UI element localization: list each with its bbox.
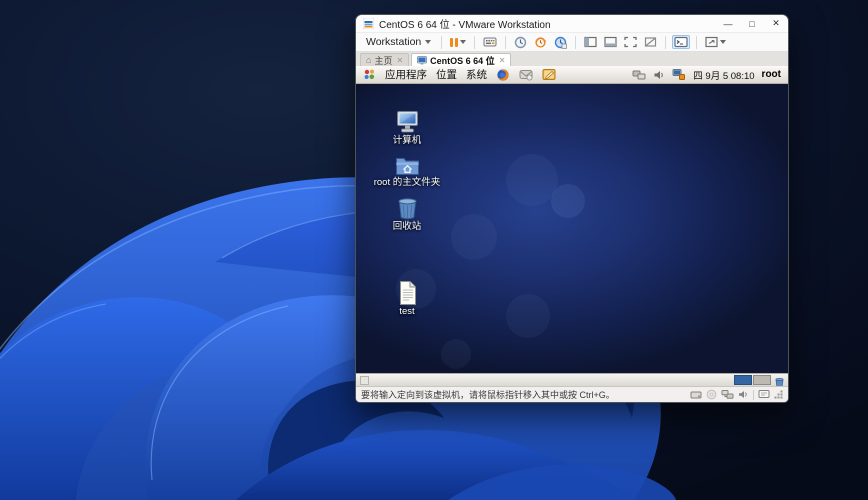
tab-close-icon[interactable]: ✕: [396, 56, 403, 65]
bokeh-glow: [506, 294, 550, 338]
ctrl-alt-del-button[interactable]: [481, 35, 499, 49]
resize-grip[interactable]: [774, 390, 783, 399]
vm-console[interactable]: 应用程序 位置 系统 四 9月 5: [356, 66, 788, 386]
window-title: CentOS 6 64 位 - VMware Workstation: [379, 16, 551, 31]
workspace-switcher: [734, 375, 771, 385]
panel-user[interactable]: root: [762, 69, 781, 80]
show-library-icon: [584, 36, 597, 48]
desktop-icon-label: 计算机: [368, 136, 446, 147]
guest-bottom-panel: [356, 373, 788, 386]
tab-home[interactable]: ⌂ 主页 ✕: [360, 53, 409, 66]
toolbar-separator: [665, 36, 666, 49]
suspend-button[interactable]: [448, 37, 468, 48]
firefox-icon[interactable]: [496, 68, 510, 82]
tabbar: ⌂ 主页 ✕ CentOS 6 64 位 ✕: [356, 52, 788, 66]
desktop-icon-label: test: [368, 307, 446, 318]
console-view-icon: [674, 36, 688, 48]
bokeh-glow: [551, 184, 585, 218]
workspace-2[interactable]: [753, 375, 771, 385]
menu-applications[interactable]: 应用程序: [385, 67, 427, 82]
vmware-statusbar: 要将输入定向到该虚拟机，请将鼠标指针移入其中或按 Ctrl+G。: [356, 386, 788, 402]
show-thumbnail-bar-button[interactable]: [602, 35, 619, 49]
sound-icon[interactable]: [738, 389, 749, 400]
console-view-button[interactable]: [672, 35, 690, 49]
maximize-button[interactable]: □: [740, 15, 764, 32]
desktop-icon-home-folder[interactable]: root 的主文件夹: [368, 154, 446, 189]
take-snapshot-button[interactable]: [512, 35, 529, 50]
network-icon[interactable]: [632, 69, 646, 81]
vmware-window: CentOS 6 64 位 - VMware Workstation — □ ✕…: [355, 14, 789, 403]
guest-tray: 四 9月 5 08:10 root: [632, 68, 781, 82]
guest-top-panel: 应用程序 位置 系统 四 9月 5: [356, 66, 788, 84]
chevron-down-icon: [425, 40, 431, 44]
desktop-icon-label: root 的主文件夹: [368, 178, 446, 189]
workstation-menu-button[interactable]: Workstation: [362, 35, 435, 49]
desktop-icon-label: 回收站: [368, 222, 446, 233]
volume-icon[interactable]: [653, 69, 665, 81]
fit-guest-button[interactable]: [703, 35, 728, 49]
desktop-icon-computer[interactable]: 计算机: [368, 110, 446, 147]
cdrom-icon[interactable]: [706, 389, 717, 400]
fullscreen-button[interactable]: [622, 35, 639, 49]
bokeh-glow: [441, 339, 471, 369]
show-library-button[interactable]: [582, 35, 599, 49]
toolbar-separator: [696, 36, 697, 49]
message-icon[interactable]: [758, 389, 770, 400]
toolbar-separator: [575, 36, 576, 49]
take-snapshot-icon: [514, 36, 527, 49]
unity-mode-button[interactable]: [642, 35, 659, 49]
fullscreen-icon: [624, 36, 637, 48]
text-editor-icon[interactable]: [542, 68, 556, 81]
home-folder-icon: [394, 154, 421, 177]
fit-guest-icon: [705, 36, 718, 48]
show-desktop-icon[interactable]: [360, 376, 369, 385]
titlebar: CentOS 6 64 位 - VMware Workstation — □ ✕: [356, 15, 788, 32]
bokeh-glow: [451, 214, 497, 260]
snapshot-manager-icon: [554, 36, 567, 49]
tab-close-icon[interactable]: ✕: [499, 56, 506, 65]
statusbar-device-icons: [690, 389, 783, 400]
window-controls: — □ ✕: [716, 15, 788, 32]
updates-icon[interactable]: [672, 68, 686, 81]
toolbar-separator: [441, 36, 442, 49]
home-icon: ⌂: [366, 56, 371, 65]
mail-icon[interactable]: [519, 68, 533, 81]
minimize-button[interactable]: —: [716, 15, 740, 32]
statusbar-separator: [753, 390, 754, 400]
ctrl-alt-del-icon: [483, 36, 497, 48]
computer-icon: [394, 110, 421, 135]
toolbar: Workstation: [356, 32, 788, 52]
trash-applet-icon[interactable]: [774, 375, 785, 386]
panel-clock[interactable]: 四 9月 5 08:10: [693, 68, 754, 82]
tab-home-label: 主页: [374, 54, 392, 67]
close-button[interactable]: ✕: [764, 15, 788, 32]
vm-screen-icon: [417, 56, 427, 65]
show-thumbnail-bar-icon: [604, 36, 617, 48]
network-adapter-icon[interactable]: [721, 389, 734, 400]
trash-icon: [395, 196, 420, 221]
revert-snapshot-button[interactable]: [532, 35, 549, 50]
desktop-icon-testfile[interactable]: test: [368, 280, 446, 318]
guest-desktop[interactable]: 计算机 root 的主文件夹 回收站: [356, 84, 788, 373]
gnome-menu-icon[interactable]: [363, 68, 376, 81]
toolbar-separator: [474, 36, 475, 49]
desktop-icon-trash[interactable]: 回收站: [368, 196, 446, 233]
chevron-down-icon: [720, 40, 726, 44]
workspace-1[interactable]: [734, 375, 752, 385]
vmware-logo-icon: [363, 18, 374, 29]
snapshot-manager-button[interactable]: [552, 35, 569, 50]
unity-mode-icon: [644, 36, 657, 48]
suspend-pause-icon: [450, 38, 458, 47]
menu-places[interactable]: 位置: [436, 67, 457, 82]
workstation-menu-label: Workstation: [366, 36, 421, 48]
tab-centos-vm[interactable]: CentOS 6 64 位 ✕: [411, 53, 511, 66]
document-icon: [396, 280, 419, 306]
status-message: 要将输入定向到该虚拟机，请将鼠标指针移入其中或按 Ctrl+G。: [361, 388, 615, 401]
toolbar-separator: [505, 36, 506, 49]
revert-snapshot-icon: [534, 36, 547, 49]
chevron-down-icon: [460, 40, 466, 44]
menu-system[interactable]: 系统: [466, 67, 487, 82]
tab-vm-label: CentOS 6 64 位: [430, 54, 495, 67]
hdd-icon[interactable]: [690, 390, 702, 400]
